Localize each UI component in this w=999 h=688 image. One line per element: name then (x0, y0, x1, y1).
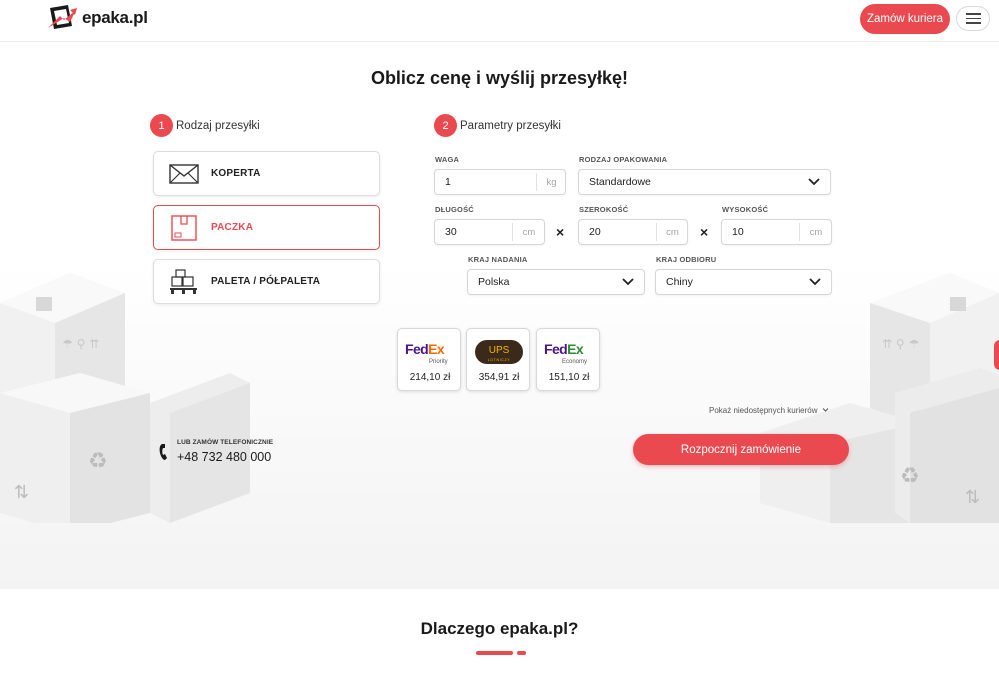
weight-unit: kg (536, 173, 566, 191)
svg-text:♻: ♻ (88, 449, 108, 474)
height-input[interactable] (732, 220, 798, 244)
destination-country-label: KRAJ ODBIORU (656, 255, 717, 264)
menu-line-icon (965, 22, 981, 24)
fedex-logo-icon: FedEx Priority (405, 341, 448, 365)
courier-price: 354,91 zł (478, 372, 520, 383)
fedex-logo-icon: FedEx Economy (544, 341, 587, 365)
height-label: WYSOKOŚĆ (722, 205, 769, 214)
package-icon (171, 215, 197, 241)
epaka-logo-icon (48, 5, 77, 29)
menu-line-icon (965, 17, 981, 20)
chevron-down-icon (822, 408, 829, 412)
step-1-badge: 1 (150, 114, 173, 137)
page-title: Oblicz cenę i wyślij przesyłkę! (370, 68, 629, 88)
courier-price: 151,10 zł (548, 372, 590, 383)
type-pallet-option[interactable]: PALETA / PÓŁPALETA (153, 259, 380, 304)
type-envelope-label: KOPERTA (211, 168, 261, 179)
phone-icon (159, 444, 167, 460)
logo-text: epaka.pl (82, 8, 148, 27)
why-section-title: Dlaczego epaka.pl? (420, 619, 579, 638)
length-unit: cm (512, 223, 545, 241)
weight-field: kg (434, 169, 566, 195)
length-label: DŁUGOŚĆ (435, 205, 474, 214)
length-field: cm (434, 219, 545, 245)
svg-text:FedEx: FedEx (405, 341, 445, 357)
title-underline-decoration (517, 651, 526, 655)
svg-text:☂ ⚲ ⇈: ☂ ⚲ ⇈ (62, 337, 99, 351)
calculator-section: ♻ ⇅ ☂ ⚲ ⇈ ♻ ⇅ ⇈ ⚲ ☂ Oblicz cenę i wyślij… (0, 43, 999, 589)
phone-number-link[interactable]: +48 732 480 000 (177, 450, 271, 464)
title-underline-decoration (476, 651, 513, 655)
origin-country-select[interactable]: Polska (467, 269, 645, 295)
epaka-logo[interactable]: epaka.pl (46, 2, 148, 34)
weight-label: WAGA (435, 155, 460, 164)
chevron-down-icon (622, 278, 634, 286)
envelope-icon (169, 164, 199, 184)
top-header: epaka.pl Zamów kuriera (0, 0, 999, 42)
type-envelope-option[interactable]: KOPERTA (153, 151, 380, 196)
width-unit: cm (656, 223, 688, 241)
svg-text:♻: ♻ (900, 464, 920, 489)
type-package-label: PACZKA (211, 222, 254, 233)
order-courier-button[interactable]: Zamów kuriera (860, 4, 950, 34)
start-order-button[interactable]: Rozpocznij zamówienie (633, 434, 849, 465)
svg-text:Priority: Priority (429, 359, 448, 365)
type-package-option[interactable]: PACZKA (153, 205, 380, 250)
svg-text:FedEx: FedEx (544, 341, 584, 357)
height-unit: cm (799, 223, 832, 241)
destination-country-value: Chiny (666, 276, 693, 288)
packaging-select[interactable]: Standardowe (578, 169, 831, 195)
height-field: cm (721, 219, 832, 245)
times-separator: × (700, 224, 709, 240)
courier-price: 214,10 zł (409, 372, 451, 383)
times-separator: × (556, 224, 565, 240)
step-1-label: Rodzaj przesyłki (176, 120, 260, 132)
step-2-label: Parametry przesyłki (460, 120, 561, 132)
type-pallet-label: PALETA / PÓŁPALETA (211, 276, 321, 287)
svg-text:⇅: ⇅ (14, 482, 29, 503)
show-unavailable-couriers-link[interactable]: Pokaż niedostępnych kurierów (709, 406, 829, 415)
show-unavailable-label: Pokaż niedostępnych kurierów (709, 406, 818, 415)
pallet-icon (170, 269, 197, 294)
weight-input[interactable] (445, 170, 535, 194)
packaging-label: RODZAJ OPAKOWANIA (579, 155, 668, 164)
phone-order-caption: LUB ZAMÓW TELEFONICZNIE (177, 439, 274, 446)
courier-card-fedex-economy[interactable]: FedEx Economy 151,10 zł (536, 328, 600, 391)
hamburger-menu-button[interactable] (956, 6, 990, 31)
width-field: cm (578, 219, 688, 245)
width-input[interactable] (589, 220, 655, 244)
svg-text:UPS: UPS (489, 345, 510, 356)
courier-card-ups[interactable]: UPS LOTNICZY 354,91 zł (466, 328, 530, 391)
chevron-down-icon (808, 178, 820, 186)
length-input[interactable] (445, 220, 511, 244)
svg-text:LOTNICZY: LOTNICZY (488, 358, 511, 362)
svg-text:⇅: ⇅ (965, 487, 980, 508)
courier-card-fedex-priority[interactable]: FedEx Priority 214,10 zł (397, 328, 461, 391)
svg-text:⇈ ⚲ ☂: ⇈ ⚲ ☂ (882, 337, 919, 351)
destination-country-select[interactable]: Chiny (655, 269, 832, 295)
width-label: SZEROKOŚĆ (579, 205, 629, 214)
ups-logo-icon: UPS LOTNICZY (475, 340, 523, 364)
side-feedback-tab[interactable] (994, 340, 999, 370)
menu-line-icon (965, 13, 981, 15)
step-2-badge: 2 (434, 114, 457, 137)
svg-text:Economy: Economy (562, 359, 587, 365)
origin-country-label: KRAJ NADANIA (468, 255, 528, 264)
packaging-value: Standardowe (589, 176, 651, 188)
chevron-down-icon (809, 278, 821, 286)
origin-country-value: Polska (478, 276, 510, 288)
